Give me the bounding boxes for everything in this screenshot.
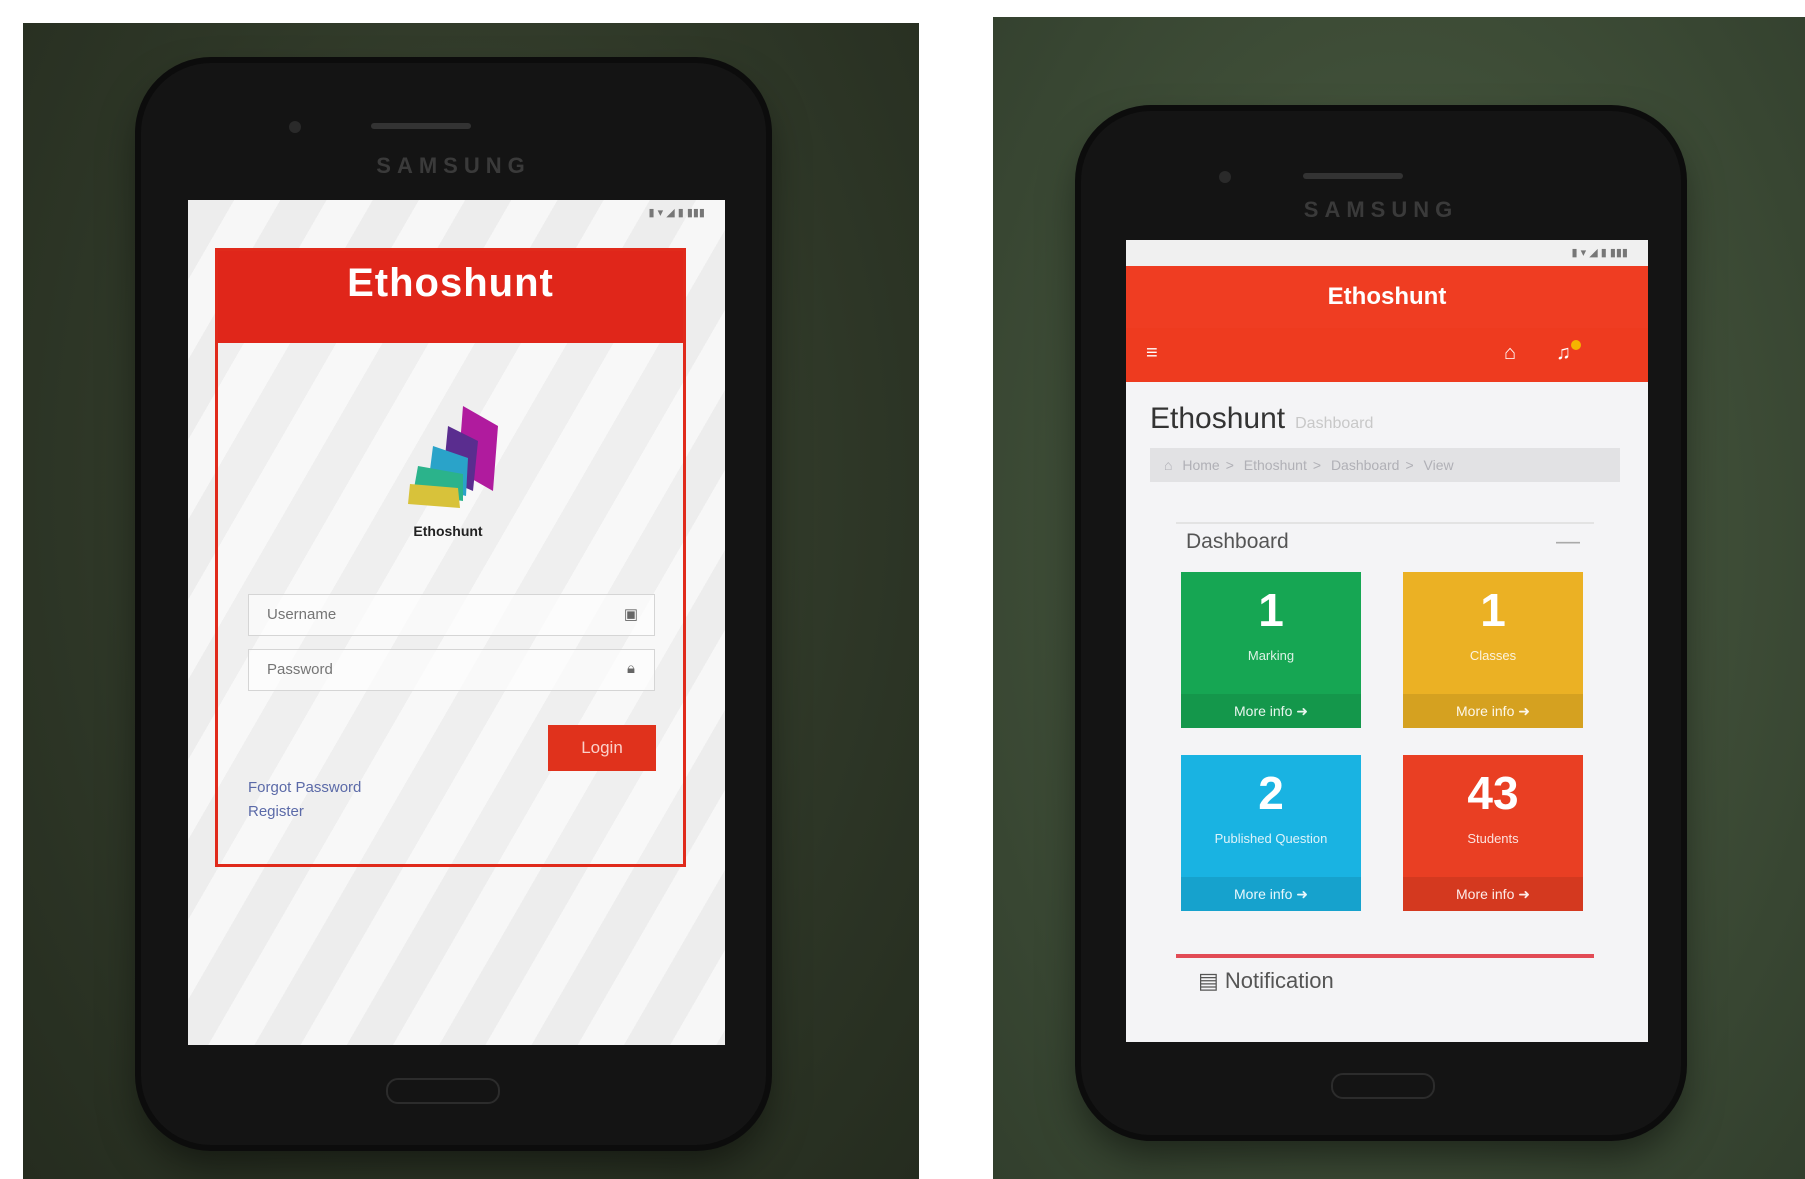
tile-label: Students [1467, 831, 1519, 846]
bell-notification-icon[interactable]: ♫ [1556, 342, 1571, 365]
more-info-text: More info [1456, 703, 1515, 719]
username-field[interactable]: ▣ [248, 594, 655, 636]
notification-label: Notification [1224, 968, 1334, 993]
password-field[interactable]: 🔒︎ [248, 649, 655, 691]
earpiece-speaker [1303, 173, 1403, 179]
login-button[interactable]: Login [548, 725, 656, 771]
breadcrumb-item-home[interactable]: Home [1182, 457, 1219, 473]
status-bar: ▮ ▾ ◢ ▮ ▮▮▮ [648, 207, 705, 219]
username-input[interactable] [249, 595, 607, 633]
panel-title: Dashboard [1186, 530, 1289, 553]
front-camera [1219, 171, 1231, 183]
notification-icon: ▤ [1198, 968, 1219, 993]
stat-tile-marking: 1 Marking More info ➜ [1181, 572, 1361, 728]
stat-tile-classes: 1 Classes More info ➜ [1403, 572, 1583, 728]
tile-value: 1 [1258, 584, 1284, 636]
breadcrumb-separator: > [1225, 457, 1234, 473]
collapse-button[interactable]: — [1556, 528, 1580, 556]
notification-badge [1571, 340, 1581, 350]
photo-dashboard-screen: SAMSUNG ▮ ▾ ◢ ▮ ▮▮▮ Ethoshunt ≡ ⌂ ♫ Etho… [993, 17, 1805, 1179]
lock-icon: 🔒︎ [627, 660, 635, 677]
arrow-circle-icon: ➜ [1296, 886, 1308, 902]
stat-tile-published-question: 2 Published Question More info ➜ [1181, 755, 1361, 911]
earpiece-speaker [371, 123, 471, 129]
device-brand: SAMSUNG [1303, 197, 1459, 222]
status-bar: ▮ ▾ ◢ ▮ ▮▮▮ [1126, 240, 1648, 266]
phone-device: SAMSUNG ▮ ▾ ◢ ▮ ▮▮▮ Ethoshunt Ethoshunt … [141, 63, 766, 1145]
breadcrumb-item-view: View [1423, 457, 1454, 473]
tile-value: 43 [1467, 767, 1519, 819]
tile-label: Marking [1247, 648, 1295, 663]
device-brand: SAMSUNG [376, 153, 531, 178]
id-card-icon: ▣ [623, 606, 639, 623]
breadcrumb-separator: > [1405, 457, 1414, 473]
breadcrumb-item-dashboard[interactable]: Dashboard [1331, 457, 1400, 473]
more-info-text: More info [1234, 886, 1293, 902]
phone-device: SAMSUNG ▮ ▾ ◢ ▮ ▮▮▮ Ethoshunt ≡ ⌂ ♫ Etho… [1081, 111, 1681, 1135]
photo-login-screen: SAMSUNG ▮ ▾ ◢ ▮ ▮▮▮ Ethoshunt Ethoshunt … [23, 23, 919, 1179]
page-subtitle: Dashboard [1295, 415, 1374, 432]
logo-caption: Ethoshunt [413, 523, 483, 539]
home-button[interactable] [386, 1078, 500, 1104]
notification-divider [1176, 954, 1594, 958]
tile-label: Classes [1469, 648, 1517, 663]
more-info-link[interactable]: More info ➜ [1403, 877, 1583, 911]
notification-header: ▤ Notification [1198, 968, 1334, 994]
tile-label: Published Question [1214, 831, 1328, 846]
more-info-link[interactable]: More info ➜ [1403, 694, 1583, 728]
panel-divider [1176, 522, 1594, 524]
more-info-text: More info [1234, 703, 1293, 719]
home-button[interactable] [1331, 1073, 1435, 1099]
breadcrumb-item-app[interactable]: Ethoshunt [1244, 457, 1307, 473]
more-info-text: More info [1456, 886, 1515, 902]
home-icon: ⌂ [1164, 457, 1173, 473]
login-card: Ethoshunt Ethoshunt ▣ 🔒︎ Logi [215, 248, 686, 867]
password-input[interactable] [249, 650, 607, 688]
register-link[interactable]: Register [248, 803, 304, 820]
stat-tile-students: 43 Students More info ➜ [1403, 755, 1583, 911]
app-nav-bar: ≡ ⌂ ♫ [1126, 328, 1648, 382]
more-info-link[interactable]: More info ➜ [1181, 694, 1361, 728]
tile-value: 1 [1480, 584, 1506, 636]
phone-screen: ▮ ▾ ◢ ▮ ▮▮▮ Ethoshunt Ethoshunt ▣ [188, 200, 725, 1045]
breadcrumb-separator: > [1312, 457, 1322, 473]
phone-screen: ▮ ▾ ◢ ▮ ▮▮▮ Ethoshunt ≡ ⌂ ♫ Ethoshunt Das… [1126, 240, 1648, 1042]
page-title-text: Ethoshunt [1150, 402, 1286, 435]
more-info-link[interactable]: More info ➜ [1181, 877, 1361, 911]
arrow-circle-icon: ➜ [1518, 703, 1530, 719]
breadcrumb: ⌂ Home > Ethoshunt > Dashboard > View [1150, 448, 1620, 482]
arrow-circle-icon: ➜ [1518, 886, 1530, 902]
arrow-circle-icon: ➜ [1296, 703, 1308, 719]
tile-value: 2 [1258, 767, 1284, 819]
login-title: Ethoshunt [218, 251, 683, 343]
home-icon[interactable]: ⌂ [1504, 342, 1516, 365]
app-title: Ethoshunt [1126, 266, 1648, 328]
hamburger-menu-icon[interactable]: ≡ [1146, 342, 1158, 365]
forgot-password-link[interactable]: Forgot Password [248, 779, 361, 796]
front-camera [289, 121, 301, 133]
app-logo-icon [408, 406, 498, 508]
page-title: Ethoshunt Dashboard [1150, 402, 1373, 436]
